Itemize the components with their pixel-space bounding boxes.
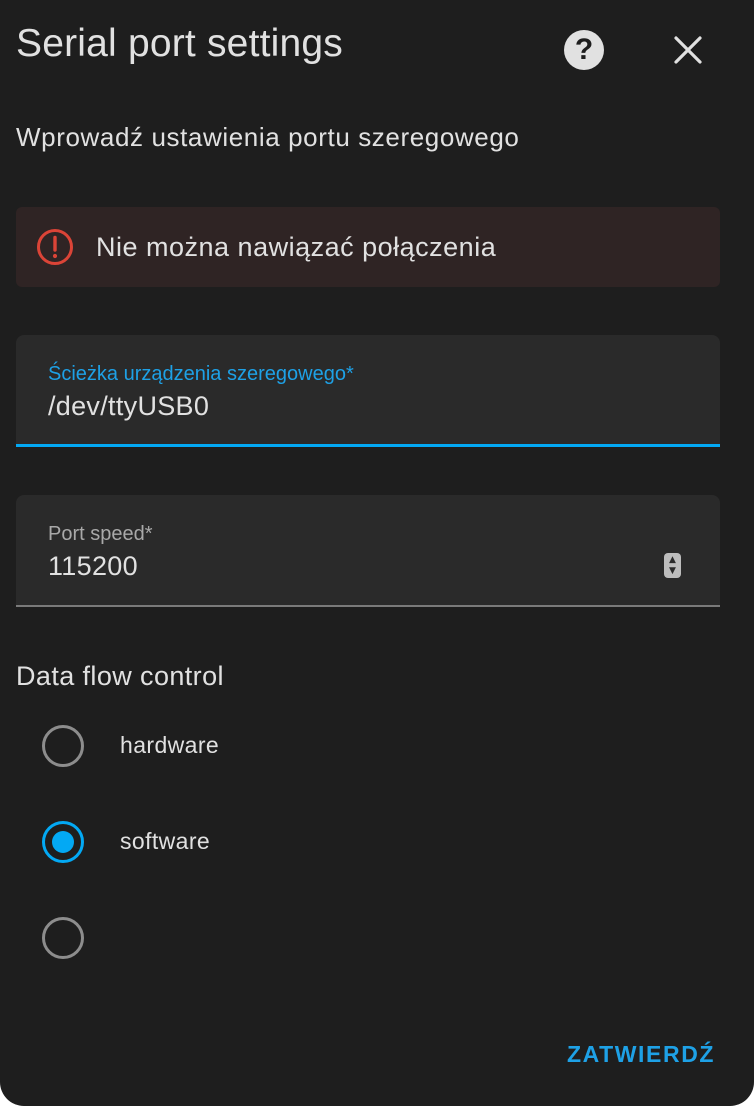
dialog-title: Serial port settings [16, 22, 343, 65]
number-spinner-icon[interactable]: ▲ ▼ [664, 553, 681, 578]
spinner-down-icon[interactable]: ▼ [669, 566, 676, 576]
radio-button[interactable] [42, 725, 84, 767]
device-path-field[interactable]: Ścieżka urządzenia szeregowego* [16, 335, 720, 447]
submit-button[interactable]: ZATWIERDŹ [552, 1030, 730, 1078]
port-speed-field[interactable]: Port speed* ▲ ▼ [16, 495, 720, 607]
dialog-description: Wprowadź ustawienia portu szeregowego [16, 122, 520, 152]
alert-message: Nie można nawiązać połączenia [96, 232, 497, 262]
radio-option-software[interactable]: software [24, 802, 424, 882]
device-path-input[interactable] [48, 391, 648, 422]
alert-circle-icon [37, 229, 73, 265]
close-button[interactable] [660, 22, 716, 78]
error-alert: Nie można nawiązać połączenia [16, 207, 720, 287]
port-speed-input[interactable] [48, 551, 648, 582]
flow-control-title: Data flow control [16, 661, 224, 691]
radio-button[interactable] [42, 917, 84, 959]
port-speed-label: Port speed* [48, 523, 153, 545]
device-path-label: Ścieżka urządzenia szeregowego* [48, 363, 354, 385]
radio-label: software [120, 828, 211, 854]
radio-option-hardware[interactable]: hardware [24, 706, 424, 786]
serial-port-dialog: Serial port settings ? Wprowadź ustawien… [0, 0, 754, 1106]
close-icon [674, 36, 702, 64]
radio-option-none[interactable] [24, 898, 424, 978]
radio-button-selected[interactable] [42, 821, 84, 863]
help-button[interactable]: ? [556, 22, 612, 78]
radio-label: hardware [120, 732, 220, 758]
spinner-up-icon[interactable]: ▲ [669, 555, 676, 565]
help-circle-icon: ? [564, 30, 604, 70]
